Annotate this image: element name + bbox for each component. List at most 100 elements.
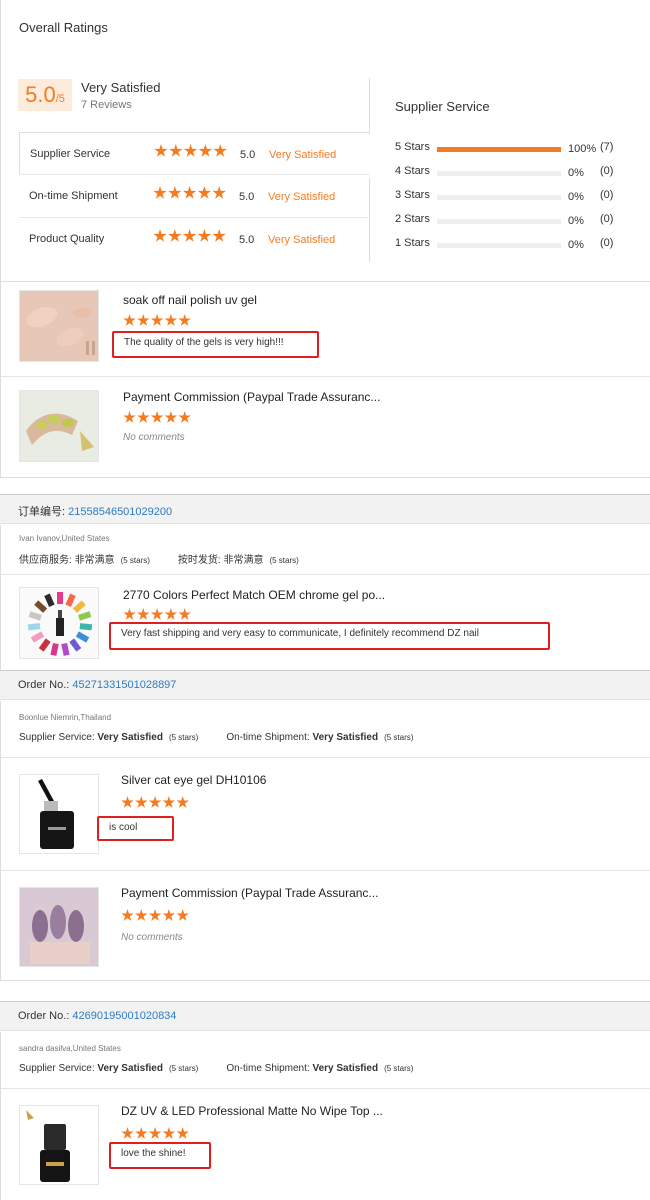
star-icon: [176, 909, 189, 921]
review-item: DZ UV & LED Professional Matte No Wipe T…: [1, 1098, 650, 1198]
order-number-link[interactable]: 21558546501029200: [68, 506, 172, 518]
meta-ship-stars: (5 stars): [384, 733, 414, 742]
gel-bottle-image: [20, 1106, 98, 1184]
breakdown-percent: 0%: [568, 191, 584, 203]
divider: [1, 870, 650, 871]
star-icon: [148, 1127, 162, 1139]
divider: [1, 1088, 650, 1089]
order-meta: Supplier Service: Very Satisfied (5 stars…: [19, 732, 413, 743]
star-icon: [162, 1127, 176, 1139]
product-thumbnail[interactable]: [19, 774, 99, 854]
color-chart-image: [20, 588, 98, 658]
meta-service-stars: (5 stars): [120, 556, 150, 565]
nail-photo-image: [20, 391, 98, 461]
star-icon: [135, 909, 148, 921]
dimension-row-product-quality[interactable]: Product Quality 5.0 Very Satisfied: [19, 218, 370, 261]
divider: [1, 376, 650, 377]
breakdown-row-1[interactable]: 1 Stars 0% (0): [395, 235, 635, 259]
order-number-row: Order No.: 42690195001020834: [18, 1010, 176, 1022]
breakdown-row-5[interactable]: 5 Stars 100% (7): [395, 139, 635, 163]
product-title[interactable]: soak off nail polish uv gel: [123, 293, 257, 307]
product-thumbnail[interactable]: [19, 290, 99, 362]
product-title[interactable]: Payment Commission (Paypal Trade Assuran…: [121, 886, 378, 900]
star-icon: [150, 608, 164, 620]
breakdown-label: 5 Stars: [395, 141, 430, 153]
star-icon: [148, 909, 162, 921]
product-title[interactable]: DZ UV & LED Professional Matte No Wipe T…: [121, 1104, 383, 1118]
review-block: soak off nail polish uv gel The quality …: [0, 282, 650, 478]
star-rating: [153, 186, 227, 205]
dimension-name: On-time Shipment: [29, 190, 118, 202]
star-icon: [169, 144, 183, 157]
product-title[interactable]: 2770 Colors Perfect Match OEM chrome gel…: [123, 588, 385, 602]
star-icon: [178, 608, 191, 620]
breakdown-row-4[interactable]: 4 Stars 0% (0): [395, 163, 635, 187]
star-icon: [121, 1127, 134, 1139]
breakdown-bar: [437, 243, 561, 248]
overall-ratings-title: Overall Ratings: [19, 20, 108, 35]
breakdown-row-2[interactable]: 2 Stars 0% (0): [395, 211, 635, 235]
divider: [1, 574, 650, 575]
dimension-satisfaction: Very Satisfied: [268, 234, 336, 246]
breakdown-percent: 100%: [568, 143, 597, 155]
dimension-row-supplier-service[interactable]: Supplier Service 5.0 Very Satisfied: [19, 132, 370, 175]
star-icon: [197, 186, 212, 199]
no-comment-text: No comments: [123, 432, 185, 443]
review-block: Boonlue Niemrin,Thailand Supplier Servic…: [0, 701, 650, 981]
breakdown-label: 4 Stars: [395, 165, 430, 177]
star-icon: [164, 314, 178, 326]
dimension-satisfaction: Very Satisfied: [269, 149, 337, 161]
breakdown-label: 1 Stars: [395, 237, 430, 249]
star-icon: [178, 314, 191, 326]
breakdown-count: (0): [600, 189, 614, 201]
buyer-name: Ivan Ivanov,United States: [19, 534, 110, 543]
review-block: sandra dasilva,United States Supplier Se…: [0, 1032, 650, 1200]
star-icon: [164, 411, 178, 423]
breakdown-bar: [437, 147, 561, 152]
dimension-row-on-time-shipment[interactable]: On-time Shipment 5.0 Very Satisfied: [19, 175, 370, 218]
product-thumbnail[interactable]: [19, 1105, 99, 1185]
order-label: Order No.:: [18, 1010, 70, 1022]
dimension-name: Supplier Service: [30, 148, 111, 160]
star-icon: [121, 796, 134, 808]
product-title[interactable]: Silver cat eye gel DH10106: [121, 773, 266, 787]
review-comment: The quality of the gels is very high!!!: [112, 331, 319, 358]
breakdown-bar: [437, 171, 561, 176]
order-number-link[interactable]: 45271331501028897: [72, 679, 176, 691]
review-item: Payment Commission (Paypal Trade Assuran…: [1, 881, 650, 977]
product-title[interactable]: Payment Commission (Paypal Trade Assuran…: [123, 390, 380, 404]
star-icon: [137, 411, 150, 423]
divider: [1, 757, 650, 758]
order-header: Order No.: 42690195001020834: [0, 1001, 650, 1031]
meta-ship-stars: (5 stars): [384, 1064, 414, 1073]
breakdown-percent: 0%: [568, 239, 584, 251]
star-icon: [153, 229, 167, 242]
meta-service-value: Very Satisfied: [97, 732, 163, 743]
order-number-row: 订单编号: 21558546501029200: [18, 503, 172, 519]
product-thumbnail[interactable]: [19, 587, 99, 659]
overall-score-max: /5: [55, 93, 65, 105]
breakdown-count: (7): [600, 141, 614, 153]
meta-service-label: Supplier Service:: [19, 732, 95, 743]
dimension-score: 5.0: [239, 191, 255, 203]
review-item: 2770 Colors Perfect Match OEM chrome gel…: [1, 583, 650, 665]
review-count: 7 Reviews: [81, 99, 132, 111]
order-number-row: Order No.: 45271331501028897: [18, 679, 176, 691]
product-thumbnail[interactable]: [19, 390, 99, 462]
star-rating: [121, 796, 190, 814]
breakdown-label: 2 Stars: [395, 213, 430, 225]
product-thumbnail[interactable]: [19, 887, 99, 967]
overall-score: 5.0: [25, 82, 56, 107]
order-meta: 供应商服务: 非常满意 (5 stars) 按时发货: 非常满意 (5 stars): [19, 551, 299, 566]
breakdown-percent: 0%: [568, 215, 584, 227]
star-icon: [148, 796, 162, 808]
review-comment: Very fast shipping and very easy to comm…: [109, 622, 550, 650]
order-number-link[interactable]: 42690195001020834: [72, 1010, 176, 1022]
review-comment: is cool: [97, 816, 174, 841]
star-rating: [154, 144, 228, 163]
star-icon: [153, 186, 167, 199]
meta-ship-value: Very Satisfied: [312, 732, 379, 743]
star-icon: [123, 314, 136, 326]
star-icon: [197, 229, 212, 242]
breakdown-row-3[interactable]: 3 Stars 0% (0): [395, 187, 635, 211]
